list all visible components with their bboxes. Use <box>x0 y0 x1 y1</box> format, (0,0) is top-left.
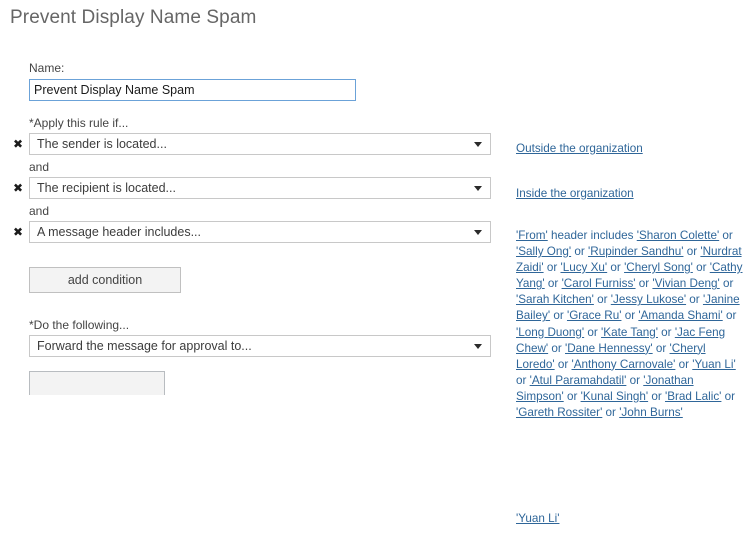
value-joiner: or <box>543 261 561 275</box>
value-joiner: or <box>626 373 644 387</box>
value-joiner: or <box>719 277 734 291</box>
header-value-name[interactable]: 'Carol Furniss' <box>562 277 636 290</box>
value-joiner: or <box>554 357 572 371</box>
condition-value-text[interactable]: Inside the organization <box>516 187 634 200</box>
value-joiner: or <box>593 293 611 307</box>
page-title: Prevent Display Name Spam <box>10 7 257 28</box>
condition-value-text[interactable]: 'From' header includes 'Sharon Colette' … <box>516 229 743 419</box>
header-includes-text: header includes <box>547 229 637 242</box>
header-value-name[interactable]: 'Long Duong' <box>516 326 584 339</box>
header-value-name[interactable]: 'Anthony Carnovale' <box>572 358 676 371</box>
remove-icon[interactable]: ✖ <box>11 135 25 153</box>
value-joiner: or <box>635 277 653 291</box>
header-value-name[interactable]: 'Gareth Rossiter' <box>516 406 602 419</box>
value-joiner: or <box>719 229 733 242</box>
header-value-name[interactable]: 'Kunal Singh' <box>581 390 649 403</box>
header-value-name[interactable]: 'Lucy Xu' <box>560 261 607 274</box>
value-joiner: or <box>621 309 639 323</box>
header-value-name[interactable]: 'Brad Lalic' <box>665 390 721 403</box>
chevron-down-icon <box>474 344 482 349</box>
remove-icon[interactable]: ✖ <box>11 179 25 197</box>
header-value-name[interactable]: 'John Burns' <box>619 406 683 419</box>
header-value-name[interactable]: 'Rupinder Sandhu' <box>588 245 683 258</box>
value-joiner: or <box>571 245 589 259</box>
value-joiner: or <box>516 373 530 387</box>
value-joiner: or <box>648 389 665 403</box>
condition-separator: and <box>29 204 50 218</box>
value-joiner: or <box>683 245 701 259</box>
value-joiner: or <box>675 357 693 371</box>
chevron-down-icon <box>474 186 482 191</box>
action-value-text[interactable]: 'Yuan Li' <box>516 512 559 525</box>
condition-value-link-recipient[interactable]: Inside the organization <box>516 186 744 202</box>
condition-value-link-header[interactable]: 'From' header includes 'Sharon Colette' … <box>516 228 744 421</box>
value-joiner: or <box>657 325 675 339</box>
value-joiner: or <box>602 406 620 420</box>
header-value-name[interactable]: 'Cheryl Song' <box>624 261 693 274</box>
header-value-name[interactable]: 'Grace Ru' <box>567 309 621 322</box>
value-joiner: or <box>584 325 602 339</box>
name-field-label: Name: <box>29 61 65 75</box>
add-action-button[interactable] <box>29 371 165 395</box>
condition-select-label: A message header includes... <box>37 225 201 239</box>
header-value-name[interactable]: 'Yuan Li' <box>692 358 735 371</box>
chevron-down-icon <box>474 230 482 235</box>
value-joiner: or <box>607 261 625 275</box>
value-joiner: or <box>544 277 562 291</box>
header-value-name[interactable]: 'Kate Tang' <box>601 326 658 339</box>
header-value-name[interactable]: 'Sarah Kitchen' <box>516 293 594 306</box>
condition-select-label: The sender is located... <box>37 137 167 151</box>
header-name-link[interactable]: 'From' <box>516 229 548 242</box>
value-joiner: or <box>686 293 703 307</box>
chevron-down-icon <box>474 142 482 147</box>
header-value-name[interactable]: 'Jessy Lukose' <box>611 293 686 306</box>
condition-value-text[interactable]: Outside the organization <box>516 142 643 155</box>
action-select-label: Forward the message for approval to... <box>37 339 252 353</box>
add-condition-button[interactable]: add condition <box>29 267 181 293</box>
header-value-name[interactable]: 'Sally Ong' <box>516 245 571 258</box>
condition-value-link-sender[interactable]: Outside the organization <box>516 141 744 157</box>
value-joiner: or <box>692 261 710 275</box>
condition-select-header[interactable]: A message header includes... <box>29 221 491 243</box>
name-input[interactable] <box>29 79 356 101</box>
condition-select-label: The recipient is located... <box>37 181 176 195</box>
header-value-name[interactable]: 'Dane Hennessy' <box>565 342 653 355</box>
value-joiner: or <box>563 389 581 403</box>
value-joiner: or <box>548 341 566 355</box>
header-value-name[interactable]: 'Vivian Deng' <box>652 277 719 290</box>
header-value-name[interactable]: 'Amanda Shami' <box>638 309 722 322</box>
conditions-section-label: *Apply this rule if... <box>29 116 129 130</box>
action-select-forward[interactable]: Forward the message for approval to... <box>29 335 491 357</box>
value-joiner: or <box>652 341 670 355</box>
value-joiner: or <box>722 309 737 323</box>
remove-icon[interactable]: ✖ <box>11 223 25 241</box>
name-field-group: Name: <box>0 60 749 101</box>
header-value-name[interactable]: 'Atul Paramahdatil' <box>530 374 627 387</box>
value-joiner: or <box>721 389 736 403</box>
condition-select-sender[interactable]: The sender is located... <box>29 133 491 155</box>
header-value-name[interactable]: 'Sharon Colette' <box>637 229 719 242</box>
condition-select-recipient[interactable]: The recipient is located... <box>29 177 491 199</box>
condition-separator: and <box>29 160 50 174</box>
value-joiner: or <box>550 309 567 323</box>
action-value-link-approver[interactable]: 'Yuan Li' <box>516 511 744 527</box>
